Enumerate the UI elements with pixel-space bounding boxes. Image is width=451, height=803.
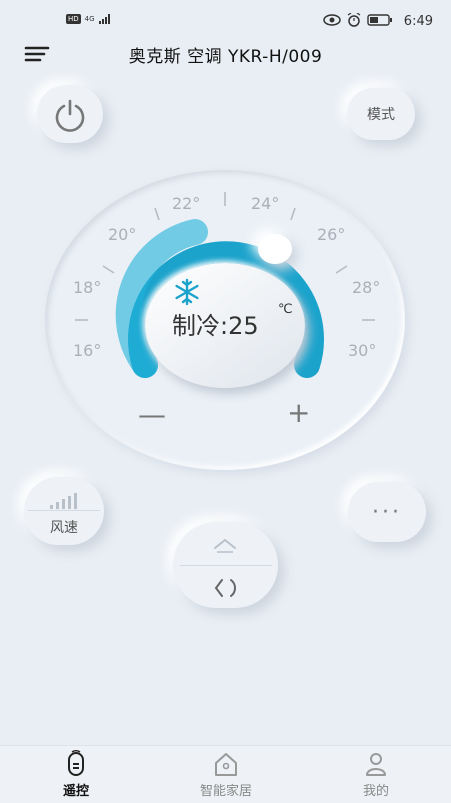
tab-mine-label: 我的: [362, 784, 389, 799]
mode-button[interactable]: 模式: [347, 88, 415, 140]
hd-badge: HD: [66, 14, 81, 24]
tick-28: 28°: [352, 278, 381, 297]
eye-icon: [323, 14, 341, 26]
power-icon: [55, 99, 85, 132]
remote-icon: [68, 750, 84, 776]
network-label: 4G: [84, 15, 95, 23]
power-button[interactable]: [37, 85, 103, 143]
status-time: 6:49: [403, 14, 433, 29]
snowflake-icon: [175, 278, 199, 306]
battery-icon: [367, 14, 392, 26]
tick-18: 18°: [73, 278, 102, 297]
swing-horizontal-icon: [214, 579, 236, 597]
tab-remote-label: 遥控: [62, 784, 89, 799]
signal-icon: [98, 14, 110, 24]
alarm-icon: [347, 13, 361, 27]
tick-26: 26°: [317, 225, 346, 244]
wind-speed-label: 风速: [50, 520, 78, 536]
tick-24: 24°: [251, 194, 280, 213]
user-icon: [366, 753, 386, 776]
dial-handle[interactable]: [258, 234, 292, 264]
bottom-tab-bar: 遥控 智能家居 我的: [0, 745, 451, 803]
home-icon: [215, 753, 237, 776]
swing-vertical-icon: [214, 538, 236, 553]
temp-increase-button[interactable]: +: [287, 396, 310, 429]
status-left: HD 4G: [66, 14, 111, 24]
temp-decrease-button[interactable]: —: [138, 398, 166, 431]
status-icons: [323, 13, 393, 27]
tick-22: 22°: [172, 194, 201, 213]
tab-smart-home[interactable]: 智能家居: [166, 746, 286, 803]
wind-divider: [28, 510, 100, 511]
tab-mine[interactable]: 我的: [316, 746, 436, 803]
tick-30: 30°: [348, 341, 377, 360]
page-title: 奥克斯 空调 YKR-H/009: [128, 47, 323, 67]
tick-20: 20°: [108, 225, 137, 244]
status-bar: HD 4G 6:49: [0, 0, 451, 40]
more-button[interactable]: ···: [348, 482, 426, 542]
temperature-unit: ℃: [278, 302, 293, 317]
mode-temperature-text: 制冷:25: [172, 312, 259, 340]
tick-16: 16°: [73, 341, 102, 360]
swing-divider: [180, 565, 272, 566]
tab-remote[interactable]: 遥控: [16, 746, 136, 803]
wind-level-icon: [50, 493, 77, 509]
tab-smart-home-label: 智能家居: [199, 784, 252, 799]
